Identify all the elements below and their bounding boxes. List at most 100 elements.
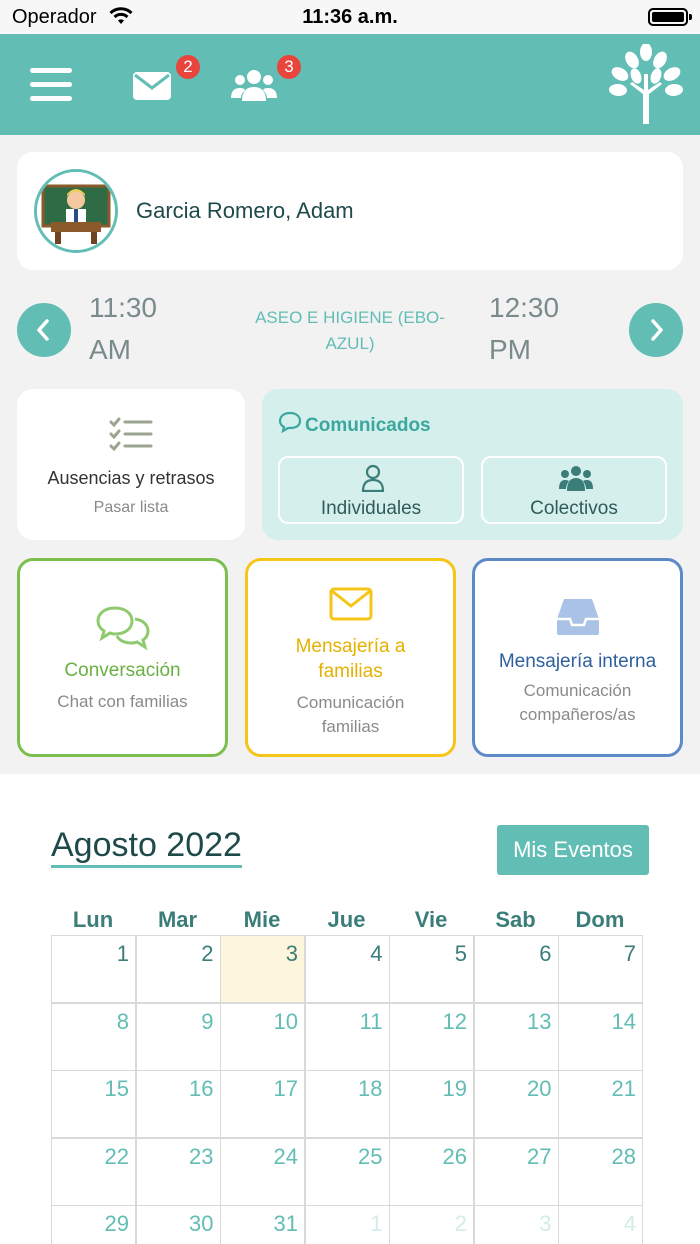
calendar-day[interactable]: 19 [389,1070,474,1139]
family-messaging-title: Mensajería a familias [295,636,406,682]
day-number: 2 [454,1211,467,1237]
users-icon [231,70,277,101]
status-bar: Operador 11:36 a.m. [0,0,700,34]
calendar-day[interactable]: 10 [220,1002,305,1071]
avatar [34,169,118,253]
user-icon [361,464,385,492]
previous-class-button[interactable] [17,303,71,357]
menu-button[interactable] [30,68,72,102]
calendar-day[interactable]: 26 [389,1137,474,1206]
day-number: 6 [539,941,552,966]
day-number: 25 [358,1143,383,1169]
next-class-button[interactable] [629,303,683,357]
day-number: 27 [527,1143,552,1169]
day-number: 2 [201,941,214,966]
individual-communications-button[interactable]: Individuales [278,456,464,524]
weekday-label: Sab [495,907,536,932]
collective-label: Colectivos [530,498,618,519]
calendar-day[interactable]: 4 [304,935,390,1003]
communications-heading: Comunicados [278,411,431,437]
battery-icon [648,8,692,26]
day-number: 22 [104,1143,129,1169]
calendar-day[interactable]: 18 [304,1070,390,1139]
day-number: 1 [116,941,129,966]
day-number: 17 [273,1076,298,1102]
day-number: 11 [359,1008,383,1034]
internal-messaging-subtitle: Comunicación compañeros/as [519,681,636,724]
internal-messaging-tile[interactable]: Mensajería interna Comunicación compañer… [472,558,683,757]
calendar-day[interactable]: 23 [135,1137,221,1206]
calendar-day[interactable]: 11 [304,1002,390,1071]
calendar-day[interactable]: 24 [220,1137,305,1206]
class-subject: ASEO E HIGIENE (EBO- AZUL) [255,308,445,353]
individual-label: Individuales [320,498,422,519]
calendar-day[interactable]: 29 [51,1205,136,1244]
messages-badge: 2 [176,55,200,79]
calendar-day-other-month[interactable]: 3 [473,1205,559,1244]
chat-bubbles-icon [20,605,225,656]
clock: 11:36 a.m. [302,6,398,28]
calendar-day[interactable]: 20 [473,1070,559,1139]
envelope-icon [248,587,453,626]
calendar-day[interactable]: 21 [558,1070,643,1139]
groups-badge: 3 [277,55,301,79]
calendar-day[interactable]: 2 [135,935,221,1003]
calendar-day[interactable]: 9 [135,1002,221,1071]
absences-subtitle: Pasar lista [93,499,169,516]
envelope-icon [133,72,171,100]
day-number: 15 [104,1076,129,1102]
messages-button[interactable] [133,72,171,105]
day-number: 30 [189,1211,214,1237]
chevron-left-icon [37,319,49,341]
absences-card[interactable]: Ausencias y retrasos Pasar lista [17,389,245,540]
calendar-section: Agosto 2022 Mis Eventos Lun Mar Mie Jue Vie S… [0,774,700,1244]
speech-bubble-icon [278,411,302,434]
collective-communications-button[interactable]: Colectivos [481,456,667,524]
calendar-day[interactable]: 28 [558,1137,643,1206]
weekday-label: Vie [414,907,448,932]
calendar-day[interactable]: 1 [51,935,136,1003]
calendar-day[interactable]: 5 [389,935,474,1003]
profile-card[interactable]: Garcia Romero, Adam [17,152,683,270]
class-end-time: 12:30 PM [489,292,560,365]
day-number: 28 [611,1143,636,1169]
day-number: 1 [370,1211,383,1237]
weekday-label: Mar [157,907,198,932]
day-number: 5 [454,941,467,966]
calendar-day[interactable]: 3 [220,935,305,1003]
groups-button[interactable] [231,68,277,107]
weekday-label: Mie [243,907,281,932]
calendar-day-other-month[interactable]: 2 [389,1205,474,1244]
calendar-day[interactable]: 13 [473,1002,559,1071]
day-number: 16 [189,1076,214,1102]
calendar-day[interactable]: 22 [51,1137,136,1206]
conversation-tile[interactable]: Conversación Chat con familias [17,558,228,757]
internal-messaging-title: Mensajería interna [498,651,657,672]
users-icon [559,466,593,491]
calendar-day[interactable]: 15 [51,1070,136,1139]
family-messaging-tile[interactable]: Mensajería a familias Comunicación famil… [245,558,456,757]
day-number: 20 [527,1076,552,1102]
calendar-day[interactable]: 27 [473,1137,559,1206]
calendar-day-other-month[interactable]: 1 [304,1205,390,1244]
day-number: 19 [442,1076,467,1102]
my-events-button[interactable]: Mis Eventos [497,825,649,875]
day-number: 3 [539,1211,552,1237]
conversation-title: Conversación [64,660,181,681]
calendar-day[interactable]: 31 [220,1205,305,1244]
day-number: 31 [273,1211,298,1237]
calendar-day[interactable]: 17 [220,1070,305,1139]
calendar-day-other-month[interactable]: 4 [558,1205,643,1244]
calendar-day[interactable]: 25 [304,1137,390,1206]
calendar-day[interactable]: 30 [135,1205,221,1244]
day-number: 4 [370,941,383,966]
absences-title: Ausencias y retrasos [47,468,215,488]
calendar-day[interactable]: 12 [389,1002,474,1071]
day-number: 10 [273,1008,298,1034]
calendar-day[interactable]: 16 [135,1070,221,1139]
calendar-month-title[interactable]: Agosto 2022 [51,826,242,868]
calendar-day[interactable]: 8 [51,1002,136,1071]
calendar-day[interactable]: 6 [473,935,559,1003]
calendar-day[interactable]: 14 [558,1002,643,1071]
calendar-day[interactable]: 7 [558,935,643,1003]
